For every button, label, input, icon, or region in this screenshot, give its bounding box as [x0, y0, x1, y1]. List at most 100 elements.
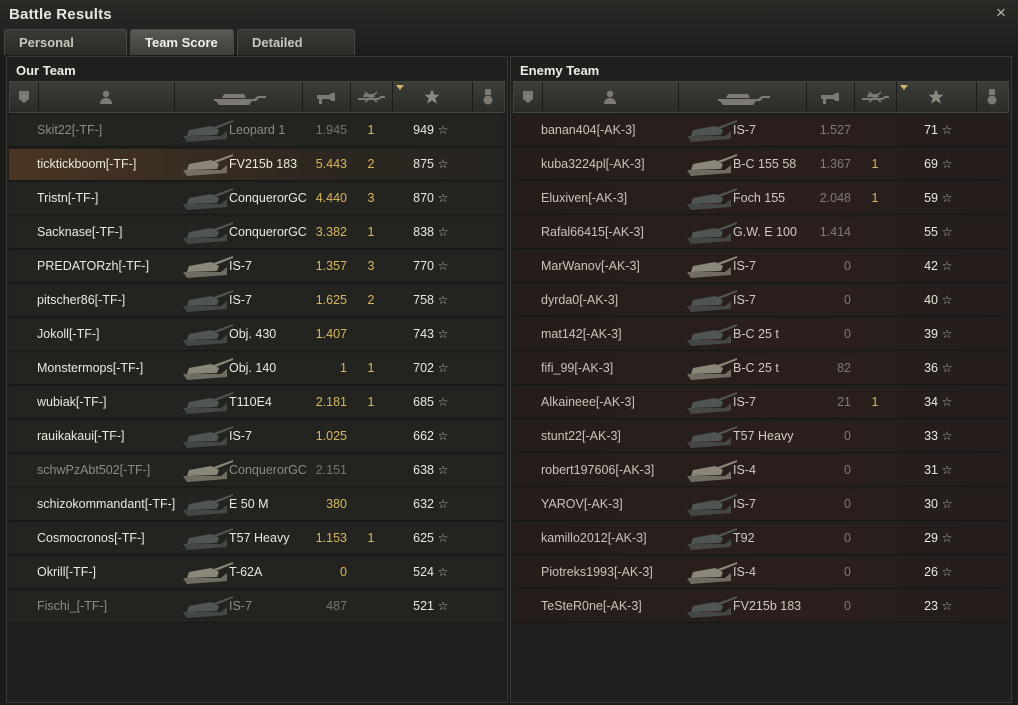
- player-name: schizokommandant[-TF-]: [37, 497, 176, 511]
- player-row[interactable]: Fischi_[-TF-] IS-7 487 521 ☆: [9, 591, 503, 623]
- sort-damage-icon[interactable]: [302, 82, 351, 112]
- kills-value: [365, 557, 377, 588]
- xp-value: 26: [924, 565, 938, 579]
- player-name: dyrda0[-AK-3]: [541, 293, 619, 307]
- kills-value: [869, 251, 881, 282]
- damage-value: 21: [837, 395, 851, 409]
- xp-value: 743: [413, 327, 434, 341]
- kills-value: [869, 455, 881, 486]
- player-name: Piotreks1993[-AK-3]: [541, 565, 653, 579]
- player-row[interactable]: Sacknase[-TF-] ConquerorGC 3.382 1 838 ☆: [9, 217, 503, 249]
- player-row[interactable]: dyrda0[-AK-3] IS-7 0 40 ☆: [513, 285, 1007, 317]
- sort-xp-star-icon[interactable]: [392, 82, 473, 112]
- player-row[interactable]: wubiak[-TF-] T110E4 2.181 1 685 ☆: [9, 387, 503, 419]
- xp-value: 870: [413, 191, 434, 205]
- star-icon: ☆: [437, 327, 449, 341]
- kills-value: [869, 285, 881, 316]
- kills-value: 1: [871, 191, 879, 205]
- player-row[interactable]: Tristn[-TF-] ConquerorGC 4.440 3 870 ☆: [9, 183, 503, 215]
- player-name: PREDATORzh[-TF-]: [37, 259, 150, 273]
- xp-value: 524: [413, 565, 434, 579]
- tab-personal-score[interactable]: Personal Score: [4, 29, 127, 76]
- player-row[interactable]: ticktickboom[-TF-] FV215b 183 5.443 2 875 ☆: [9, 149, 503, 181]
- player-row[interactable]: Skit22[-TF-] Leopard 1 1.945 1 949 ☆: [9, 115, 503, 147]
- sort-medal-icon[interactable]: [472, 82, 504, 112]
- player-name: TeSteR0ne[-AK-3]: [541, 599, 642, 613]
- xp-value: 30: [924, 497, 938, 511]
- player-row[interactable]: kuba3224pl[-AK-3] B-C 155 58 1.367 1 69 ☆: [513, 149, 1007, 181]
- player-row[interactable]: Rafal66415[-AK-3] G.W. E 100 1.414 55 ☆: [513, 217, 1007, 249]
- player-row[interactable]: Monstermops[-TF-] Obj. 140 1 1 702 ☆: [9, 353, 503, 385]
- player-row[interactable]: TeSteR0ne[-AK-3] FV215b 183 0 23 ☆: [513, 591, 1007, 623]
- damage-value: 4.440: [315, 191, 347, 205]
- kills-value: [365, 455, 377, 486]
- kills-value: [869, 217, 881, 248]
- damage-value: 2.151: [315, 463, 347, 477]
- star-icon: ☆: [437, 497, 449, 511]
- player-row[interactable]: mat142[-AK-3] B-C 25 t 0 39 ☆: [513, 319, 1007, 351]
- sort-kills-icon[interactable]: [854, 82, 897, 112]
- player-row[interactable]: kamillo2012[-AK-3] T92 0 29 ☆: [513, 523, 1007, 555]
- player-row[interactable]: PREDATORzh[-TF-] IS-7 1.357 3 770 ☆: [9, 251, 503, 283]
- sort-player-icon[interactable]: [542, 82, 679, 112]
- kills-value: 1: [871, 395, 879, 409]
- player-row[interactable]: schwPzAbt502[-TF-] ConquerorGC 2.151 638 ☆: [9, 455, 503, 487]
- player-row[interactable]: Cosmocronos[-TF-] T57 Heavy 1.153 1 625 ☆: [9, 523, 503, 555]
- player-row[interactable]: Jokoll[-TF-] Obj. 430 1.407 743 ☆: [9, 319, 503, 351]
- damage-value: 0: [340, 565, 347, 579]
- player-row[interactable]: Piotreks1993[-AK-3] IS-4 0 26 ☆: [513, 557, 1007, 589]
- player-row[interactable]: Alkaineee[-AK-3] IS-7 21 1 34 ☆: [513, 387, 1007, 419]
- player-row[interactable]: banan404[-AK-3] IS-7 1.527 71 ☆: [513, 115, 1007, 147]
- battle-results-window: Battle Results × Personal Score Team Sco…: [0, 0, 1018, 705]
- player-row[interactable]: MarWanov[-AK-3] IS-7 0 42 ☆: [513, 251, 1007, 283]
- xp-value: 55: [924, 225, 938, 239]
- damage-value: 2.048: [819, 191, 851, 205]
- damage-value: 487: [326, 599, 347, 613]
- player-row[interactable]: pitscher86[-TF-] IS-7 1.625 2 758 ☆: [9, 285, 503, 317]
- star-icon: ☆: [941, 327, 953, 341]
- sort-damage-icon[interactable]: [806, 82, 855, 112]
- sort-squad-icon[interactable]: [10, 82, 39, 112]
- player-name: Skit22[-TF-]: [37, 123, 103, 137]
- star-icon: ☆: [941, 531, 953, 545]
- xp-value: 33: [924, 429, 938, 443]
- sort-vehicle-icon[interactable]: [678, 82, 807, 112]
- player-row[interactable]: Eluxiven[-AK-3] Foch 155 2.048 1 59 ☆: [513, 183, 1007, 215]
- enemy-team-header: [513, 81, 1009, 113]
- player-name: Rafal66415[-AK-3]: [541, 225, 644, 239]
- xp-value: 36: [924, 361, 938, 375]
- player-name: pitscher86[-TF-]: [37, 293, 126, 307]
- sort-vehicle-icon[interactable]: [174, 82, 303, 112]
- tab-detailed-report[interactable]: Detailed Report: [237, 29, 355, 76]
- damage-value: 1.625: [315, 293, 347, 307]
- xp-value: 521: [413, 599, 434, 613]
- player-row[interactable]: stunt22[-AK-3] T57 Heavy 0 33 ☆: [513, 421, 1007, 453]
- sort-kills-icon[interactable]: [350, 82, 393, 112]
- player-name: kuba3224pl[-AK-3]: [541, 157, 645, 171]
- sort-squad-icon[interactable]: [514, 82, 543, 112]
- damage-value: 0: [844, 599, 851, 613]
- player-name: Cosmocronos[-TF-]: [37, 531, 145, 545]
- player-row[interactable]: Okrill[-TF-] T-62A 0 524 ☆: [9, 557, 503, 589]
- player-name: banan404[-AK-3]: [541, 123, 636, 137]
- xp-value: 31: [924, 463, 938, 477]
- star-icon: ☆: [941, 429, 953, 443]
- kills-value: 3: [367, 191, 375, 205]
- player-row[interactable]: schizokommandant[-TF-] E 50 M 380 632 ☆: [9, 489, 503, 521]
- damage-value: 82: [837, 361, 851, 375]
- kills-value: [869, 591, 881, 622]
- damage-value: 0: [844, 259, 851, 273]
- xp-value: 625: [413, 531, 434, 545]
- sort-player-icon[interactable]: [38, 82, 175, 112]
- player-row[interactable]: rauikakaui[-TF-] IS-7 1.025 662 ☆: [9, 421, 503, 453]
- player-row[interactable]: YAROV[-AK-3] IS-7 0 30 ☆: [513, 489, 1007, 521]
- close-icon[interactable]: ×: [992, 4, 1010, 22]
- player-row[interactable]: robert197606[-AK-3] IS-4 0 31 ☆: [513, 455, 1007, 487]
- player-name: mat142[-AK-3]: [541, 327, 622, 341]
- sort-medal-icon[interactable]: [976, 82, 1008, 112]
- tab-team-score[interactable]: Team Score: [130, 29, 234, 55]
- enemy-team-title: Enemy Team: [520, 63, 600, 78]
- sort-xp-star-icon[interactable]: [896, 82, 977, 112]
- player-row[interactable]: fifi_99[-AK-3] B-C 25 t 82 36 ☆: [513, 353, 1007, 385]
- damage-value: 0: [844, 531, 851, 545]
